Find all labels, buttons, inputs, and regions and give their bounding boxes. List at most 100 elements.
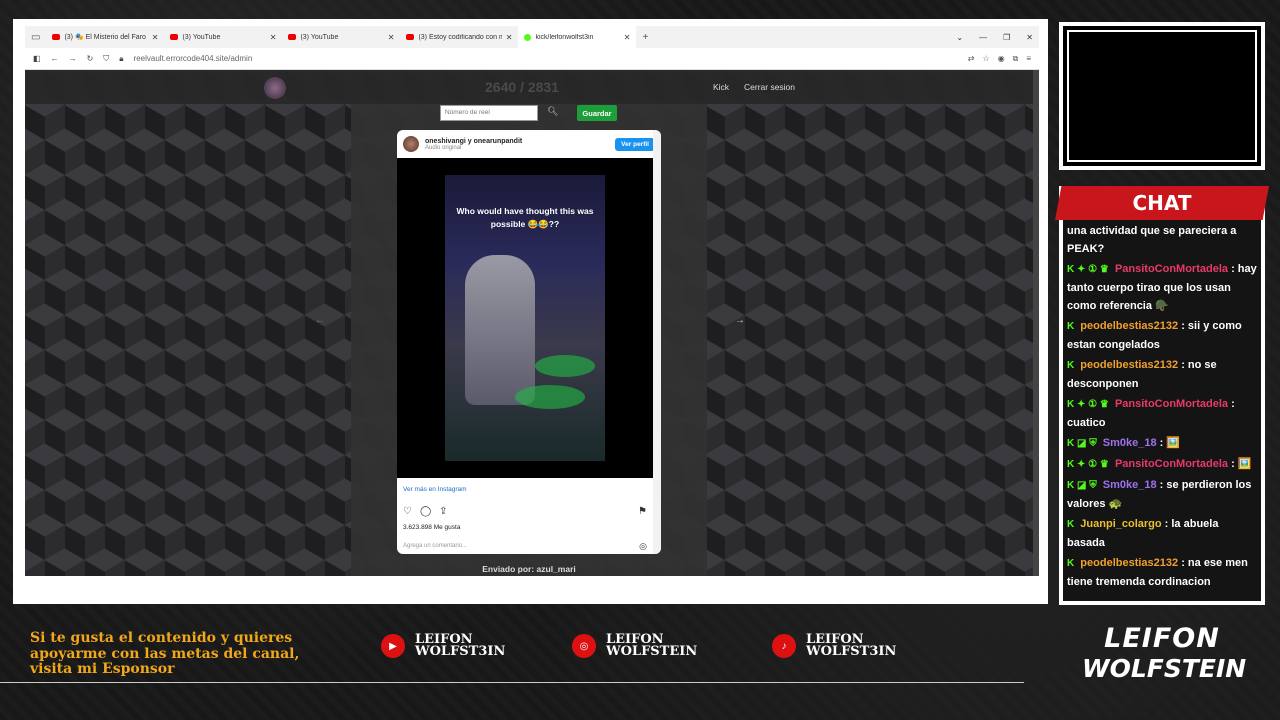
chevron-down-icon[interactable]: ⌄ — [956, 33, 963, 42]
minimize-button[interactable]: — — [979, 33, 987, 42]
view-profile-button[interactable]: Ver perfil — [615, 137, 655, 151]
reel-counter: 2640 / 2831 — [485, 79, 559, 95]
share-icon[interactable]: ⇪ — [439, 506, 447, 517]
nav-kick-link[interactable]: Kick — [713, 82, 729, 92]
comment-input[interactable]: Agrega un comentario... — [403, 543, 467, 549]
message-text: una actividad que se pareciera a PEAK? — [1067, 225, 1237, 255]
lock-icon[interactable]: 🔒︎ — [119, 54, 123, 64]
chat-username: Sm0ke_18 — [1102, 479, 1157, 491]
chat-username: peodelbestias2132 — [1080, 320, 1179, 332]
kick-icon — [524, 33, 532, 41]
video-player[interactable]: Who would have thought this was possible… — [397, 158, 653, 478]
site-logo[interactable] — [264, 77, 286, 99]
reel-panel: Número de reel 🔍︎ Guardar oneshivangi y … — [351, 104, 707, 576]
webcam-area — [1067, 30, 1257, 162]
chat-title: CHAT — [1132, 191, 1192, 215]
sent-by-label: Enviado por: azul_mari — [482, 564, 576, 574]
page-scrollbar[interactable] — [1033, 70, 1039, 576]
message-text: 🖼️ — [1237, 458, 1252, 470]
chat-message: K Juanpi_colargo : la abuela basada — [1067, 518, 1219, 549]
drum-pad — [535, 355, 595, 377]
save-button[interactable]: Guardar — [577, 105, 617, 121]
close-icon[interactable]: ✕ — [270, 33, 277, 42]
nav-logout-link[interactable]: Cerrar sesion — [744, 82, 795, 92]
heart-icon[interactable]: ♡ — [403, 506, 412, 517]
chat-message: K peodelbestias2132 : na ese men tiene t… — [1067, 557, 1248, 588]
embed-scrollbar[interactable] — [653, 130, 661, 554]
menu-icon[interactable]: ≡ — [1026, 54, 1031, 64]
page-content: 2640 / 2831 Kick Cerrar sesion Número de… — [25, 70, 1039, 576]
message-text: 🖼️ — [1166, 437, 1181, 449]
tab-1[interactable]: (3) YouTube ✕ — [164, 26, 282, 48]
close-icon[interactable]: ✕ — [388, 33, 395, 42]
forward-icon[interactable]: → — [69, 54, 77, 63]
chat-message: K ◪ ⛨ Sm0ke_18 : 🖼️ — [1067, 434, 1257, 453]
kick-badge-icon: K ✦ ① ♛ — [1067, 399, 1109, 410]
social-handle: LEIFON WOLFST3IN — [415, 633, 506, 659]
url-field[interactable]: reelvault.errorcode404.site/admin — [134, 54, 958, 63]
address-bar: ◧ ← → ↻ ⛉ 🔒︎ reelvault.errorcode404.site… — [25, 48, 1039, 70]
star-icon[interactable]: ☆ — [982, 54, 989, 64]
bookmark-icon[interactable]: ⚑ — [638, 506, 647, 517]
account-icon[interactable]: ◉ — [998, 54, 1005, 64]
chat-username: peodelbestias2132 — [1080, 557, 1179, 569]
kick-badge-icon: K — [1067, 321, 1075, 332]
embed-actions: ♡ ◯ ⇪ — [403, 506, 448, 517]
kick-badge-icon: K ◪ ⛨ — [1067, 438, 1097, 449]
new-tab-button[interactable]: + — [636, 32, 654, 43]
embed-audio: Audio original — [425, 144, 462, 151]
tab-label: (3) 🎭 El Misterio del Faro de — [64, 34, 148, 41]
kick-badge-icon: K ◪ ⛨ — [1067, 480, 1097, 491]
video-person — [465, 255, 535, 405]
youtube-icon — [52, 34, 61, 40]
previous-arrow-icon[interactable]: ← — [315, 315, 325, 326]
tiktok-icon: ♪ — [772, 634, 796, 658]
like-count: 3.623.898 Me gusta — [403, 524, 461, 531]
tab-label: (3) YouTube — [182, 33, 221, 41]
embed-username[interactable]: oneshivangi y onearunpandit — [425, 138, 522, 145]
social-tiktok: ♪ LEIFON WOLFST3IN — [772, 633, 896, 658]
reel-number-input[interactable]: Número de reel — [440, 105, 538, 121]
brand-line1: LEIFON — [1104, 623, 1220, 654]
comment-icon[interactable]: ◯ — [420, 506, 431, 517]
translate-icon[interactable]: ⇄ — [968, 54, 975, 64]
sidebar-icon[interactable]: ◧ — [33, 54, 41, 63]
embed-header: oneshivangi y onearunpandit Audio origin… — [397, 130, 661, 158]
video-caption: Who would have thought this was possible… — [456, 206, 594, 229]
chat-username: PansitoConMortadela — [1114, 263, 1229, 275]
tab-list-icon[interactable]: ▭ — [25, 32, 46, 43]
next-arrow-icon[interactable]: → — [735, 315, 745, 326]
tab-2[interactable]: (3) YouTube ✕ — [282, 26, 400, 48]
extensions-icon[interactable]: ⧉ — [1013, 54, 1019, 64]
tab-3[interactable]: (3) Estoy codificando con micro ✕ — [400, 26, 518, 48]
message-text: cuatico — [1067, 417, 1106, 429]
brand-line2: WOLFSTEIN — [1082, 654, 1247, 683]
restore-button[interactable]: ❐ — [1003, 33, 1010, 42]
chat-header: CHAT — [1055, 186, 1269, 220]
chat-message: K ✦ ① ♛ PansitoConMortadela : 🖼️ — [1067, 455, 1257, 474]
chat-message: una actividad que se pareciera a PEAK? — [1067, 222, 1257, 258]
avatar[interactable] — [403, 136, 419, 152]
chat-username: peodelbestias2132 — [1080, 359, 1179, 371]
close-icon[interactable]: ✕ — [152, 33, 159, 42]
instagram-icon[interactable]: ◎ — [639, 541, 647, 552]
tab-4[interactable]: kick/leifonwolfst3in ✕ — [518, 26, 637, 48]
close-icon[interactable]: ✕ — [506, 33, 513, 42]
reload-icon[interactable]: ↻ — [87, 54, 94, 63]
close-window-button[interactable]: ✕ — [1026, 33, 1033, 42]
tab-0[interactable]: (3) 🎭 El Misterio del Faro de ✕ — [46, 26, 164, 48]
close-icon[interactable]: ✕ — [624, 33, 631, 42]
view-more-link[interactable]: Ver más en Instagram — [403, 486, 467, 493]
sponsor-text: Si te gusta el contenido y quieres apoya… — [30, 630, 300, 677]
search-icon[interactable]: 🔍︎ — [547, 106, 558, 117]
screen-capture-frame: ▭ (3) 🎭 El Misterio del Faro de ✕ (3) Yo… — [13, 19, 1048, 604]
back-icon[interactable]: ← — [51, 54, 59, 63]
instagram-icon: ◎ — [572, 634, 596, 658]
kick-badge-icon: K ✦ ① ♛ — [1067, 459, 1109, 470]
webcam-frame — [1059, 22, 1265, 170]
social-handle-line2: WOLFST3IN — [415, 644, 506, 659]
shield-icon[interactable]: ⛉ — [103, 54, 109, 64]
social-instagram: ◎ LEIFON WOLFSTEIN — [572, 633, 697, 658]
kick-badge-icon: K ✦ ① ♛ — [1067, 264, 1109, 275]
tab-label: kick/leifonwolfst3in — [535, 33, 594, 41]
